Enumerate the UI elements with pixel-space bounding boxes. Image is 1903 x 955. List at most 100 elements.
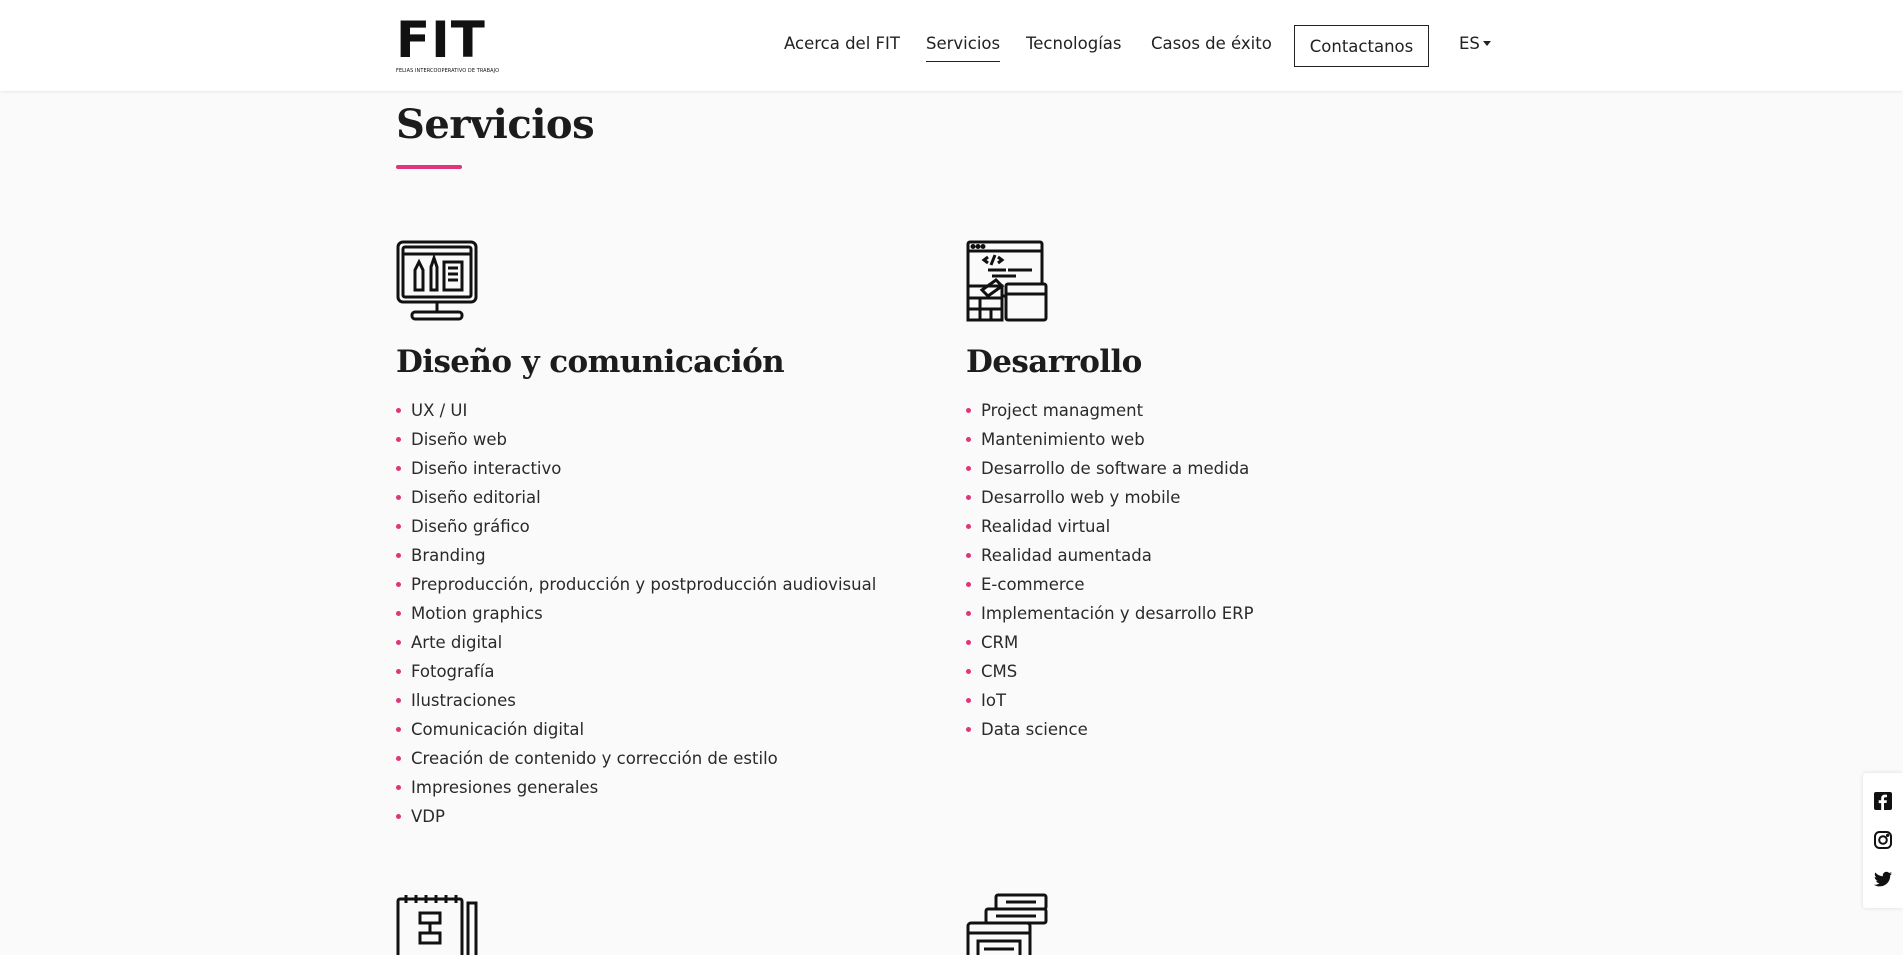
list-item-text: Project managment: [981, 401, 1144, 420]
site-header: FIT FELIAS INTERCOOPERATIVO DE TRABAJO A…: [0, 0, 1903, 91]
twitter-icon[interactable]: [1873, 869, 1893, 889]
list-item-text: VDP: [411, 807, 445, 826]
list-item: Fotografía: [396, 657, 916, 686]
list-item: Preproducción, producción y postproducci…: [396, 570, 916, 599]
service-title: Desarrollo: [966, 344, 1142, 380]
nav-link-acerca[interactable]: Acerca del FIT: [784, 34, 900, 53]
list-item: CRM: [966, 628, 1486, 657]
bullet-icon: [966, 437, 971, 442]
bullet-icon: [396, 495, 401, 500]
bullet-icon: [396, 553, 401, 558]
bullet-icon: [396, 640, 401, 645]
instagram-icon[interactable]: [1873, 830, 1893, 850]
list-item: Creación de contenido y corrección de es…: [396, 744, 916, 773]
bullet-icon: [966, 524, 971, 529]
list-item-text: E-commerce: [981, 575, 1085, 594]
list-item: IoT: [966, 686, 1486, 715]
list-item: Desarrollo de software a medida: [966, 454, 1486, 483]
list-item-text: Fotografía: [411, 662, 495, 681]
list-item: Realidad virtual: [966, 512, 1486, 541]
bullet-icon: [966, 698, 971, 703]
list-item: Data science: [966, 715, 1486, 744]
nav-link-servicios[interactable]: Servicios: [926, 34, 1001, 62]
list-item: Comunicación digital: [396, 715, 916, 744]
list-item: Implementación y desarrollo ERP: [966, 599, 1486, 628]
bullet-icon: [396, 437, 401, 442]
list-item: Diseño gráfico: [396, 512, 916, 541]
development-code-icon: [966, 240, 1048, 322]
list-item-text: Motion graphics: [411, 604, 543, 623]
list-item-text: Branding: [411, 546, 486, 565]
bullet-icon: [396, 698, 401, 703]
list-item: Desarrollo web y mobile: [966, 483, 1486, 512]
language-label: ES: [1459, 34, 1480, 53]
bullet-icon: [966, 727, 971, 732]
bullet-icon: [396, 785, 401, 790]
list-item-text: Implementación y desarrollo ERP: [981, 604, 1254, 623]
service-list: Project managment Mantenimiento web Desa…: [966, 396, 1486, 744]
service-design: Diseño y comunicación UX / UI Diseño web…: [396, 240, 916, 831]
list-item: Realidad aumentada: [966, 541, 1486, 570]
title-underline: [396, 165, 462, 169]
bullet-icon: [396, 524, 401, 529]
list-item: Project managment: [966, 396, 1486, 425]
nav-link-casos[interactable]: Casos de éxito: [1151, 34, 1272, 53]
list-item: Arte digital: [396, 628, 916, 657]
list-item-text: Data science: [981, 720, 1088, 739]
list-item-text: Desarrollo web y mobile: [981, 488, 1181, 507]
main-nav: Acerca del FIT Servicios Tecnologías Cas…: [0, 25, 1903, 67]
bullet-icon: [396, 756, 401, 761]
bullet-icon: [396, 669, 401, 674]
social-sidebar: [1863, 773, 1903, 908]
list-item-text: Mantenimiento web: [981, 430, 1145, 449]
list-item-text: Desarrollo de software a medida: [981, 459, 1250, 478]
bullet-icon: [966, 640, 971, 645]
bullet-icon: [966, 611, 971, 616]
design-monitor-icon: [396, 240, 478, 321]
list-item-text: Diseño editorial: [411, 488, 541, 507]
bullet-icon: [396, 466, 401, 471]
service-development: Desarrollo Project managment Mantenimien…: [966, 240, 1486, 744]
list-item-text: Comunicación digital: [411, 720, 585, 739]
list-item-text: Creación de contenido y corrección de es…: [411, 749, 778, 768]
list-item: CMS: [966, 657, 1486, 686]
bullet-icon: [966, 669, 971, 674]
bullet-icon: [966, 408, 971, 413]
list-item-text: Realidad virtual: [981, 517, 1111, 536]
list-item: Diseño editorial: [396, 483, 916, 512]
server-window-icon: [966, 893, 1048, 955]
list-item: E-commerce: [966, 570, 1486, 599]
list-item-text: Realidad aumentada: [981, 546, 1152, 565]
list-item: UX / UI: [396, 396, 916, 425]
list-item-text: Preproducción, producción y postproducci…: [411, 575, 877, 594]
list-item-text: Arte digital: [411, 633, 503, 652]
list-item-text: Diseño web: [411, 430, 507, 449]
list-item-text: Diseño interactivo: [411, 459, 562, 478]
caret-down-icon: [1482, 41, 1491, 46]
list-item: Ilustraciones: [396, 686, 916, 715]
contact-button[interactable]: Contactanos: [1294, 25, 1429, 67]
list-item: Mantenimiento web: [966, 425, 1486, 454]
bullet-icon: [966, 553, 971, 558]
bullet-icon: [396, 582, 401, 587]
list-item: Branding: [396, 541, 916, 570]
list-item-text: Impresiones generales: [411, 778, 599, 797]
language-selector[interactable]: ES: [1459, 34, 1491, 53]
planning-notebook-icon: [396, 895, 478, 955]
bullet-icon: [396, 408, 401, 413]
service-title: Diseño y comunicación: [396, 344, 785, 380]
list-item-text: CMS: [981, 662, 1018, 681]
list-item: VDP: [396, 802, 916, 831]
logo-subtitle: FELIAS INTERCOOPERATIVO DE TRABAJO: [396, 68, 500, 74]
nav-link-tecnologias[interactable]: Tecnologías: [1026, 34, 1122, 53]
page-title: Servicios: [396, 101, 595, 148]
bullet-icon: [966, 495, 971, 500]
list-item: Motion graphics: [396, 599, 916, 628]
bullet-icon: [396, 727, 401, 732]
bullet-icon: [396, 611, 401, 616]
list-item-text: Ilustraciones: [411, 691, 516, 710]
list-item-text: CRM: [981, 633, 1019, 652]
facebook-icon[interactable]: [1873, 791, 1893, 811]
list-item: Diseño web: [396, 425, 916, 454]
list-item-text: UX / UI: [411, 401, 468, 420]
